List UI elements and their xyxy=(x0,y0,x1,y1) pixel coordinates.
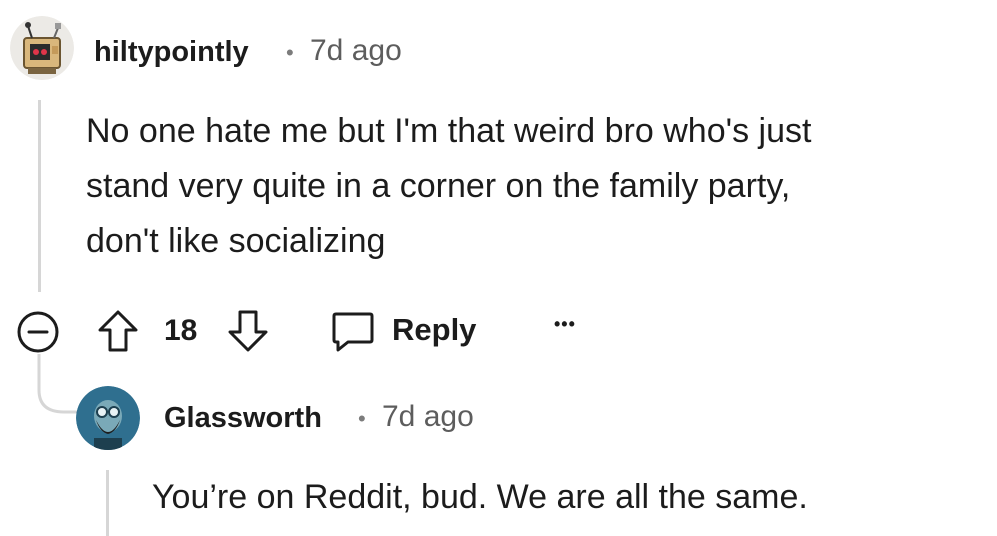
reply-timestamp[interactable]: 7d ago xyxy=(382,400,474,434)
thread-line[interactable] xyxy=(38,100,41,292)
comment-thread: hiltypointly • 7d ago No one hate me but… xyxy=(0,0,997,536)
reply-meta-separator: • xyxy=(358,406,366,431)
comment-username[interactable]: hiltypointly xyxy=(94,36,249,69)
upvote-icon[interactable] xyxy=(96,308,140,354)
user-avatar[interactable] xyxy=(10,16,74,80)
reply-body: You’re on Reddit, bud. We are all the sa… xyxy=(152,470,808,525)
robot-avatar-icon xyxy=(10,16,74,80)
reply-button[interactable]: Reply xyxy=(392,312,476,348)
more-options-button[interactable]: ••• xyxy=(554,314,576,335)
comment-body: No one hate me but I'm that weird bro wh… xyxy=(86,104,811,269)
reply-body-line: You’re on Reddit, bud. We are all the sa… xyxy=(152,478,808,516)
meta-separator: • xyxy=(286,40,294,65)
downvote-icon[interactable] xyxy=(226,308,270,354)
collapse-icon[interactable] xyxy=(16,310,60,354)
reply-username[interactable]: Glassworth xyxy=(164,402,322,435)
vote-count: 18 xyxy=(164,314,198,347)
reply-thread-line[interactable] xyxy=(106,470,109,536)
reply-icon[interactable] xyxy=(330,308,376,354)
comment-body-line: don't like socializing xyxy=(86,222,386,260)
comment-body-line: stand very quite in a corner on the fami… xyxy=(86,167,791,205)
bearded-avatar-icon xyxy=(76,386,140,450)
comment-timestamp[interactable]: 7d ago xyxy=(310,34,402,68)
comment-body-line: No one hate me but I'm that weird bro wh… xyxy=(86,112,812,150)
reply-user-avatar[interactable] xyxy=(76,386,140,450)
